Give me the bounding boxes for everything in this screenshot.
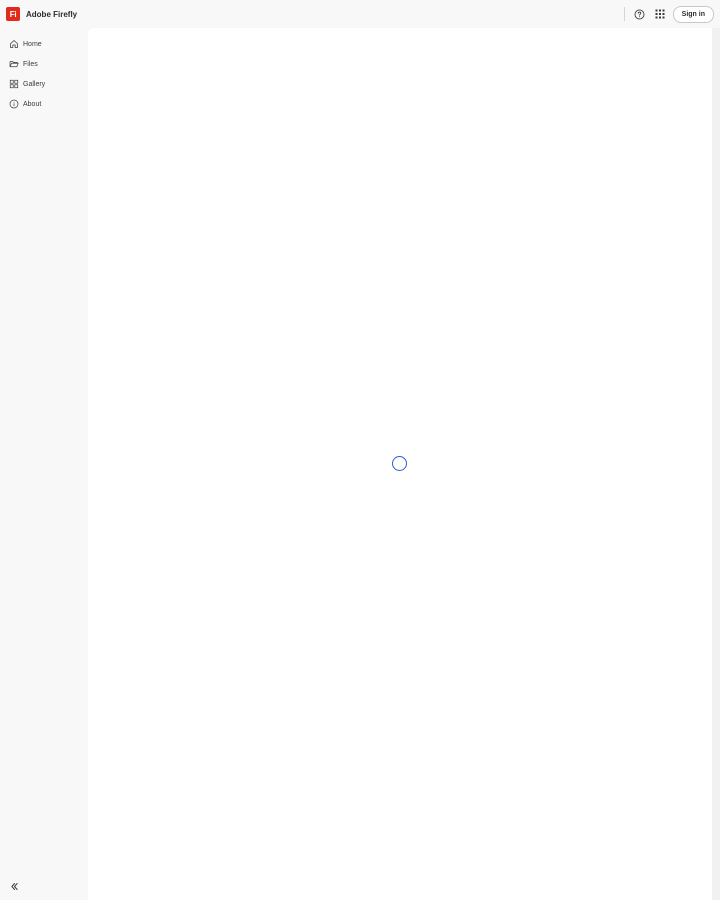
help-button[interactable] bbox=[631, 5, 649, 23]
chevron-double-left-icon bbox=[10, 882, 18, 890]
folder-icon bbox=[9, 61, 19, 68]
sidebar-item-label: Home bbox=[23, 40, 42, 48]
sidebar-item-label: Gallery bbox=[23, 80, 46, 88]
collapse-sidebar-button[interactable] bbox=[8, 880, 20, 892]
help-circle-icon bbox=[634, 9, 645, 19]
apps-button[interactable] bbox=[651, 5, 669, 23]
app-window: Fi Adobe Firefly Sign in Home Files Gall… bbox=[0, 0, 720, 900]
loading-spinner bbox=[392, 456, 407, 471]
sidebar: Home Files Gallery About bbox=[0, 28, 88, 900]
header-divider bbox=[623, 7, 625, 21]
sidebar-item-home[interactable]: Home bbox=[0, 34, 88, 54]
brand[interactable]: Fi Adobe Firefly bbox=[6, 7, 77, 21]
apps-grid-icon bbox=[655, 9, 665, 19]
info-icon bbox=[9, 99, 19, 109]
main-content bbox=[88, 28, 712, 900]
sign-in-button[interactable]: Sign in bbox=[672, 5, 714, 23]
home-icon bbox=[10, 40, 18, 48]
sidebar-item-about[interactable]: About bbox=[0, 94, 88, 114]
firefly-logo: Fi bbox=[6, 7, 20, 21]
top-bar: Fi Adobe Firefly Sign in bbox=[0, 0, 720, 28]
sidebar-item-files[interactable]: Files bbox=[0, 54, 88, 74]
sidebar-nav: Home Files Gallery About bbox=[0, 28, 88, 114]
vertical-scrollbar[interactable] bbox=[712, 28, 720, 900]
sidebar-item-label: Files bbox=[23, 60, 38, 68]
sidebar-item-gallery[interactable]: Gallery bbox=[0, 74, 88, 94]
gallery-icon bbox=[9, 79, 19, 89]
brand-name: Adobe Firefly bbox=[26, 9, 78, 19]
header-actions: Sign in bbox=[623, 0, 714, 28]
sidebar-item-label: About bbox=[23, 100, 42, 108]
